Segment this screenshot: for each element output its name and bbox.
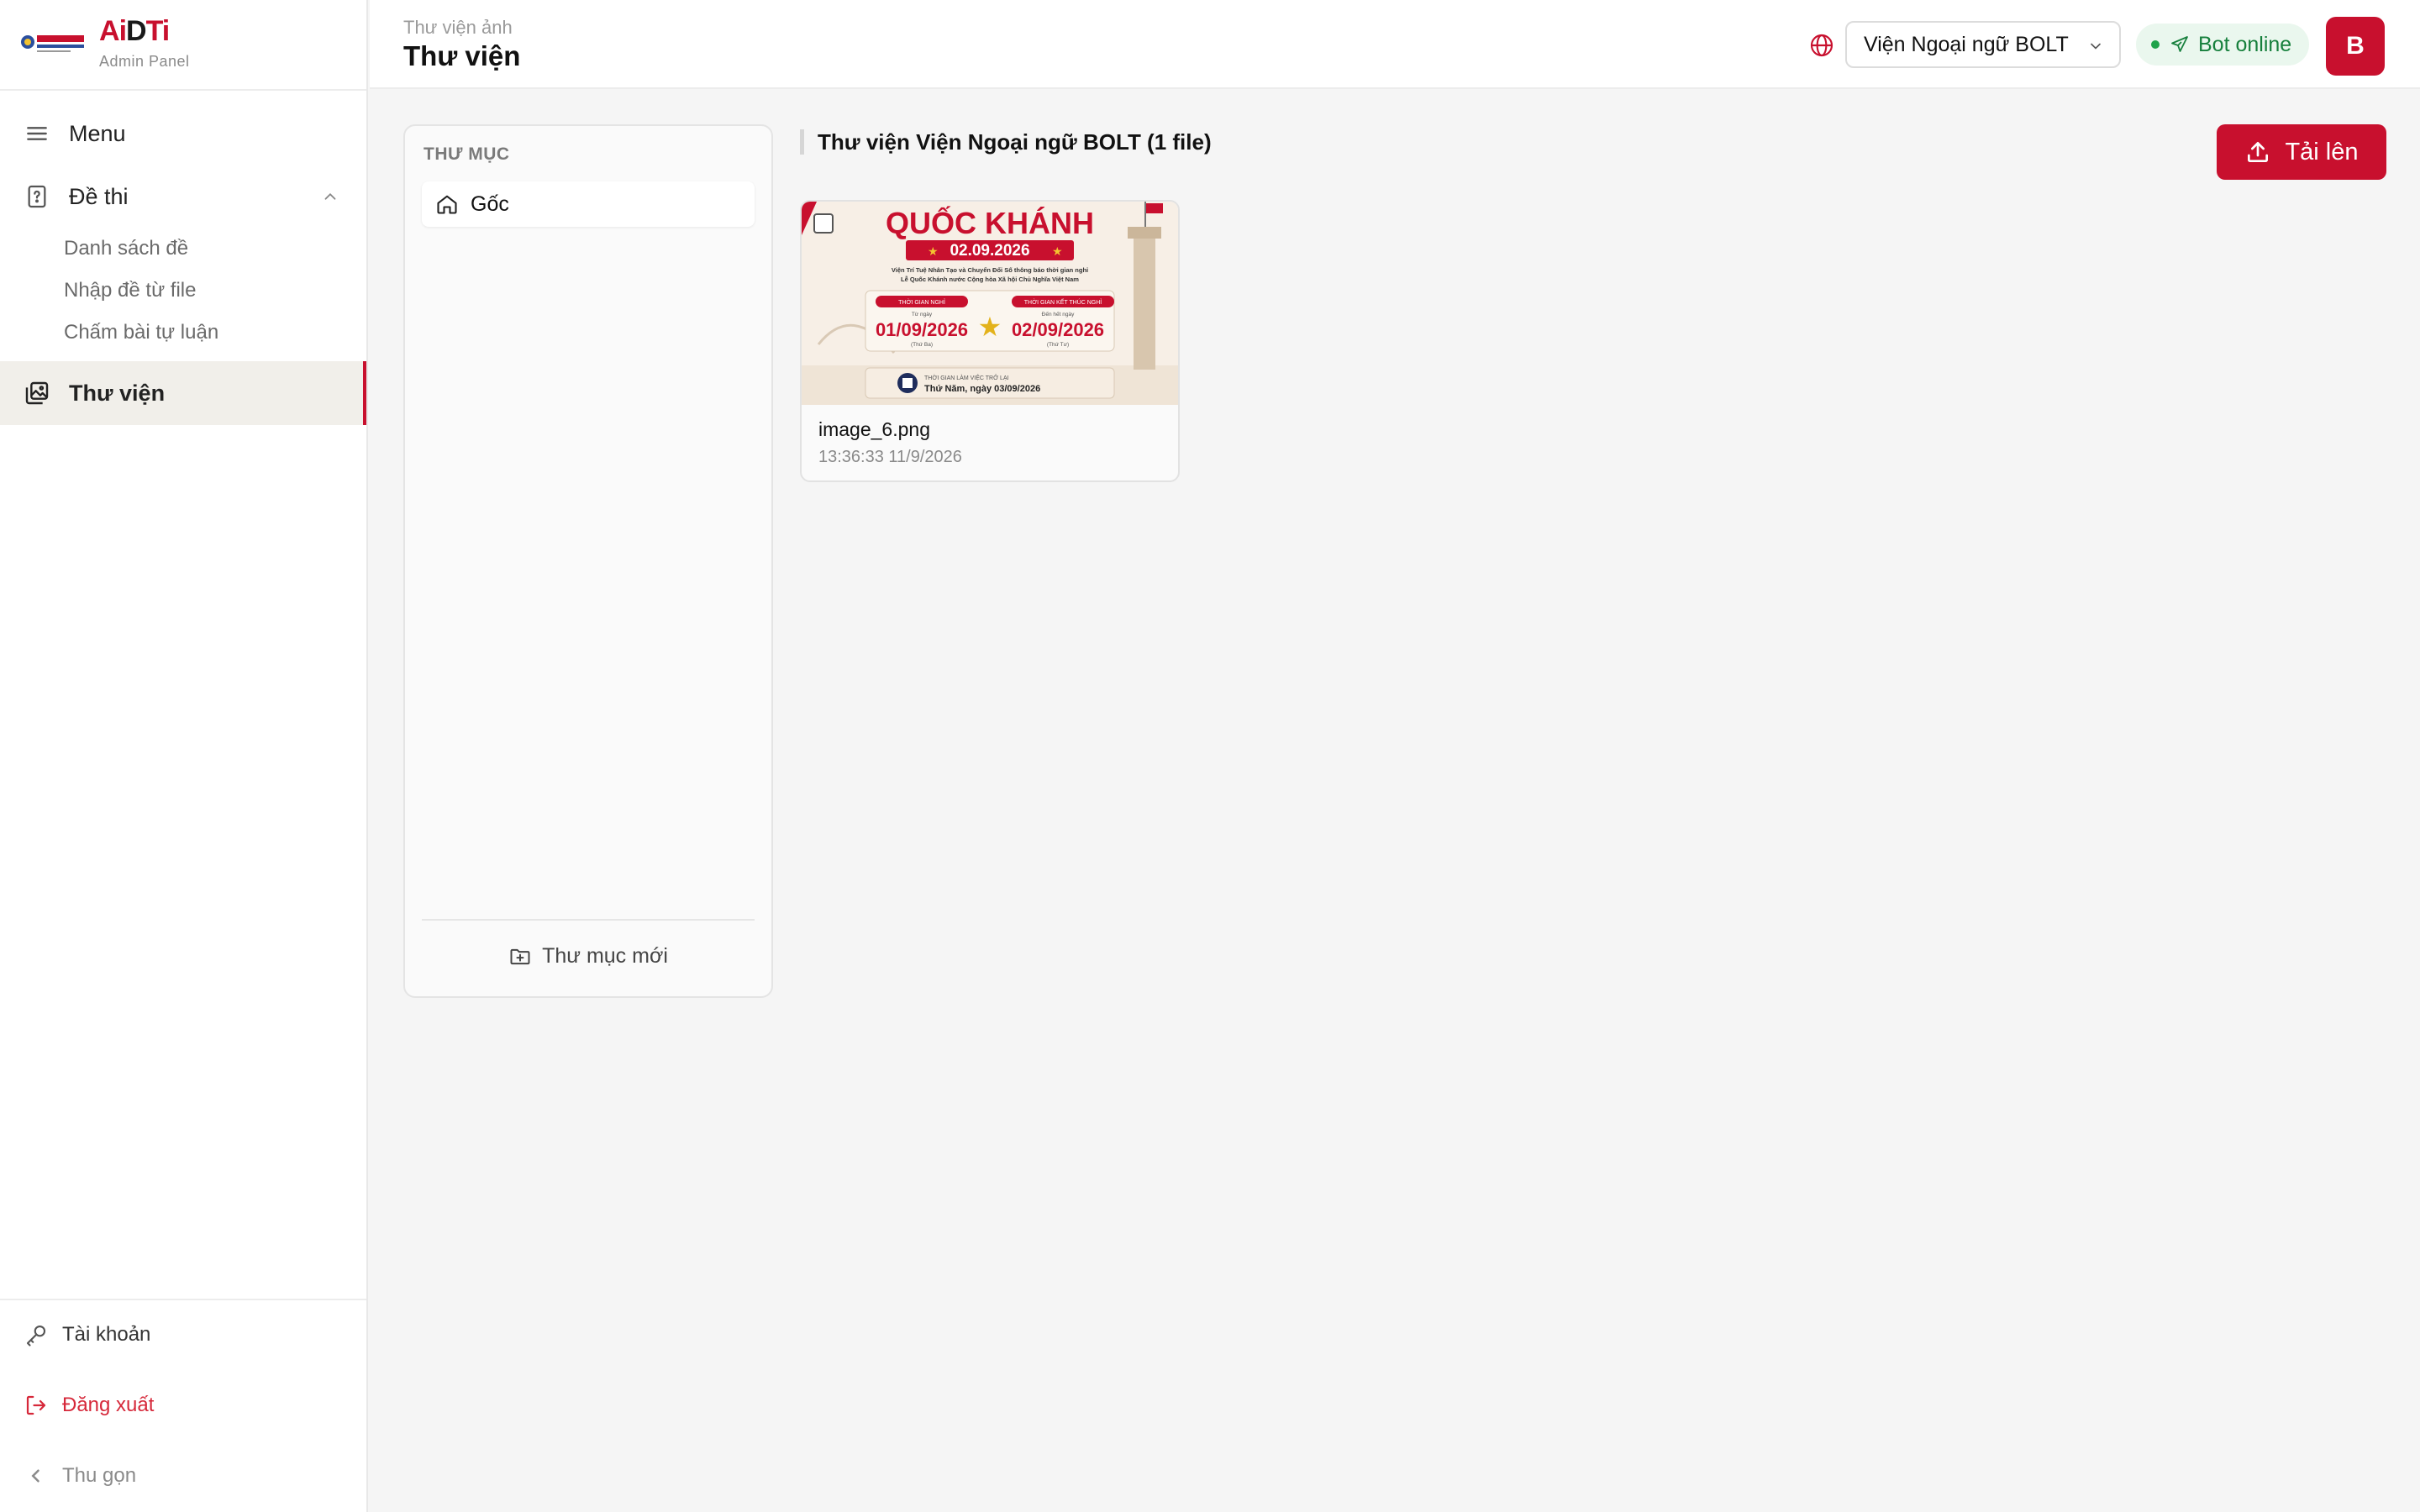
sidebar-subitem-import-exam[interactable]: Nhập đề từ file xyxy=(64,279,197,302)
folder-panel-title: THƯ MỤC xyxy=(424,144,510,164)
thumbnail-end-day: (Thứ Tư) xyxy=(1047,342,1069,348)
breadcrumb[interactable]: Thư viện ảnh xyxy=(403,17,513,39)
chevron-up-icon[interactable] xyxy=(321,187,339,206)
folder-item-label: Gốc xyxy=(471,192,509,216)
status-dot xyxy=(2151,40,2160,49)
svg-text:★: ★ xyxy=(1052,244,1063,258)
hamburger-icon xyxy=(27,127,47,140)
chevron-down-icon xyxy=(2091,43,2101,50)
thumbnail-start-day: (Thứ Ba) xyxy=(911,342,933,348)
sidebar-item-label: Thư viện xyxy=(69,380,166,406)
sidebar-item-library[interactable]: Thư viện xyxy=(0,361,366,425)
user-avatar[interactable]: B xyxy=(2326,17,2385,76)
svg-text:★: ★ xyxy=(928,244,939,258)
university-logo xyxy=(21,35,84,52)
home-icon xyxy=(437,195,457,214)
folder-plus-icon xyxy=(510,948,530,964)
sidebar-item-label: Tài khoản xyxy=(62,1323,151,1346)
upload-icon xyxy=(2248,142,2269,162)
library-section-title: Thư viện Viện Ngoại ngữ BOLT (1 file) xyxy=(800,129,1212,155)
organization-select-value: Viện Ngoại ngữ BOLT xyxy=(1864,32,2069,56)
thumbnail-start-sub: Từ ngày xyxy=(912,312,933,318)
thumbnail-return-label: THỜI GIAN LÀM VIỆC TRỞ LẠI xyxy=(924,374,1009,381)
folder-item-root[interactable]: Gốc xyxy=(422,181,755,227)
brand-header: AiDTi Admin Panel xyxy=(0,0,366,91)
send-icon xyxy=(2171,36,2188,52)
sidebar-item-label: Đề thi xyxy=(69,183,129,209)
folder-panel-divider xyxy=(422,919,755,921)
gallery-icon xyxy=(25,381,49,405)
organization-select[interactable]: Viện Ngoại ngữ BOLT xyxy=(1845,21,2121,68)
thumbnail-return-date: Thứ Năm, ngày 03/09/2026 xyxy=(924,384,1040,394)
thumbnail-end-sub: Đến hết ngày xyxy=(1042,310,1075,318)
sidebar-subitem-exam-list[interactable]: Danh sách đề xyxy=(64,237,188,260)
file-name: image_6.png xyxy=(818,418,930,440)
bot-status-badge: Bot online xyxy=(2136,24,2309,66)
chevron-left-icon xyxy=(31,1469,39,1483)
thumbnail-heading: QUỐC KHÁNH xyxy=(886,205,1094,240)
new-folder-label: Thư mục mới xyxy=(542,944,668,968)
thumbnail-notice-line-2: Lễ Quốc Khánh nước Cộng hòa Xã hội Chủ N… xyxy=(901,276,1079,283)
svg-text:★: ★ xyxy=(978,312,1002,342)
sidebar-item-label: Menu xyxy=(69,120,126,146)
thumbnail-date-banner: 02.09.2026 xyxy=(950,242,1029,260)
upload-button[interactable]: Tải lên xyxy=(2217,124,2386,180)
sidebar-bottom-divider xyxy=(0,1299,366,1300)
file-card[interactable]: QUỐC KHÁNH ★ ★ 02.09.2026 Viện Trí Tuệ N… xyxy=(800,200,1180,482)
thumbnail-start-label: THỜI GIAN NGHỈ xyxy=(898,298,945,306)
app-subtitle: Admin Panel xyxy=(99,53,190,70)
sidebar-subitem-grade-essay[interactable]: Chấm bài tự luận xyxy=(64,321,218,344)
thumbnail-start-date: 01/09/2026 xyxy=(876,319,968,340)
app-logo: AiDTi xyxy=(99,15,170,47)
sidebar-group-exams[interactable]: Đề thi xyxy=(0,165,366,228)
thumbnail-notice-line-1: Viện Trí Tuệ Nhân Tạo và Chuyển Đổi Số t… xyxy=(892,266,1088,274)
question-file-icon xyxy=(28,185,46,208)
collapse-label: Thu gọn xyxy=(62,1464,137,1487)
upload-label: Tải lên xyxy=(2285,138,2359,165)
globe-icon xyxy=(1810,34,1833,57)
top-header: Thư viện ảnh Thư viện Viện Ngoại ngữ BOL… xyxy=(370,0,2420,89)
file-thumbnail[interactable]: QUỐC KHÁNH ★ ★ 02.09.2026 Viện Trí Tuệ N… xyxy=(802,202,1178,405)
collapse-sidebar-button[interactable]: Thu gọn xyxy=(24,1463,136,1488)
thumbnail-end-date: 02/09/2026 xyxy=(1012,319,1104,340)
new-folder-button[interactable]: Thư mục mới xyxy=(405,944,771,969)
file-timestamp: 13:36:33 11/9/2026 xyxy=(818,448,962,466)
sidebar-item-account[interactable]: Tài khoản xyxy=(24,1322,150,1347)
sidebar: AiDTi Admin Panel Menu Đề thi Danh sách … xyxy=(0,0,368,1512)
folder-panel: THƯ MỤC Gốc Thư mục mới xyxy=(403,124,773,998)
logout-icon xyxy=(26,1395,46,1415)
sidebar-item-menu[interactable]: Menu xyxy=(0,102,366,165)
page-title: Thư viện xyxy=(403,40,521,71)
logout-button[interactable]: Đăng xuất xyxy=(24,1393,154,1418)
logout-label: Đăng xuất xyxy=(62,1394,155,1416)
key-icon xyxy=(26,1325,46,1347)
bot-status-text: Bot online xyxy=(2198,32,2292,56)
file-select-checkbox[interactable] xyxy=(813,213,834,234)
